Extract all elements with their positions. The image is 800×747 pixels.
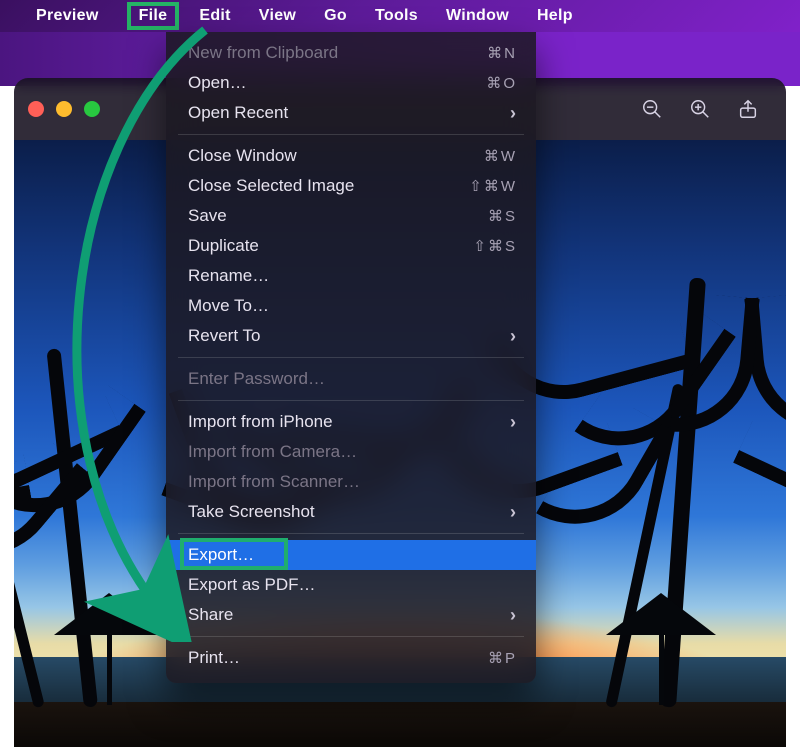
menubar-item-file[interactable]: File: [127, 2, 180, 30]
menu-item-shortcut: N: [487, 44, 516, 62]
menu-separator: [178, 400, 524, 401]
menu-item-import-from-iphone[interactable]: Import from iPhone: [166, 407, 536, 437]
submenu-chevron-icon: [510, 412, 516, 433]
menu-item-take-screenshot[interactable]: Take Screenshot: [166, 497, 536, 527]
menu-separator: [178, 134, 524, 135]
file-menu: New from ClipboardNOpen…OOpen RecentClos…: [166, 32, 536, 683]
menu-item-close-selected-image[interactable]: Close Selected ImageW: [166, 171, 536, 201]
menu-separator: [178, 533, 524, 534]
menu-item-label: Import from Scanner…: [188, 472, 516, 492]
menubar-item-view[interactable]: View: [259, 7, 296, 25]
menubar-item-go[interactable]: Go: [324, 7, 347, 25]
menubar-item-tools[interactable]: Tools: [375, 7, 418, 25]
menu-item-label: Export…: [188, 545, 516, 565]
menu-item-label: Import from Camera…: [188, 442, 516, 462]
menu-item-import-from-scanner: Import from Scanner…: [166, 467, 536, 497]
menu-item-label: Rename…: [188, 266, 516, 286]
menu-item-new-from-clipboard: New from ClipboardN: [166, 38, 536, 68]
menu-item-label: Take Screenshot: [188, 502, 510, 522]
menu-item-rename[interactable]: Rename…: [166, 261, 536, 291]
submenu-chevron-icon: [510, 103, 516, 124]
menu-item-label: Enter Password…: [188, 369, 516, 389]
zoom-out-icon[interactable]: [628, 98, 676, 120]
menu-item-shortcut: W: [469, 177, 516, 195]
menu-item-label: Move To…: [188, 296, 516, 316]
traffic-lights: [28, 101, 100, 117]
close-window-button[interactable]: [28, 101, 44, 117]
menu-item-label: Share: [188, 605, 510, 625]
menu-item-duplicate[interactable]: DuplicateS: [166, 231, 536, 261]
menu-item-shortcut: W: [484, 147, 516, 165]
menu-item-move-to[interactable]: Move To…: [166, 291, 536, 321]
menu-item-label: Export as PDF…: [188, 575, 516, 595]
menu-item-shortcut: P: [488, 649, 516, 667]
menu-item-label: Save: [188, 206, 488, 226]
menu-separator: [178, 357, 524, 358]
menu-item-import-from-camera: Import from Camera…: [166, 437, 536, 467]
menu-item-enter-password: Enter Password…: [166, 364, 536, 394]
menu-item-shortcut: O: [486, 74, 516, 92]
menu-item-label: Import from iPhone: [188, 412, 510, 432]
menu-item-open[interactable]: Open…O: [166, 68, 536, 98]
menubar-item-edit[interactable]: Edit: [199, 7, 230, 25]
menu-item-open-recent[interactable]: Open Recent: [166, 98, 536, 128]
menubar-item-window[interactable]: Window: [446, 7, 509, 25]
submenu-chevron-icon: [510, 502, 516, 523]
menubar-app[interactable]: Preview: [36, 7, 99, 25]
submenu-chevron-icon: [510, 605, 516, 626]
menu-item-revert-to[interactable]: Revert To: [166, 321, 536, 351]
minimize-window-button[interactable]: [56, 101, 72, 117]
menu-separator: [178, 636, 524, 637]
zoom-in-icon[interactable]: [676, 98, 724, 120]
menu-item-label: Revert To: [188, 326, 510, 346]
menubar: Preview File Edit View Go Tools Window H…: [0, 0, 800, 32]
share-icon[interactable]: [724, 98, 772, 120]
menubar-item-help[interactable]: Help: [537, 7, 573, 25]
fullscreen-window-button[interactable]: [84, 101, 100, 117]
menu-item-label: Close Window: [188, 146, 484, 166]
menu-item-shortcut: S: [473, 237, 516, 255]
menu-item-label: Print…: [188, 648, 488, 668]
menu-item-label: Duplicate: [188, 236, 473, 256]
menu-item-label: Open Recent: [188, 103, 510, 123]
menu-item-export[interactable]: Export…: [166, 540, 536, 570]
menu-item-export-as-pdf[interactable]: Export as PDF…: [166, 570, 536, 600]
submenu-chevron-icon: [510, 326, 516, 347]
menu-item-label: Close Selected Image: [188, 176, 469, 196]
menu-item-label: Open…: [188, 73, 486, 93]
menu-item-close-window[interactable]: Close WindowW: [166, 141, 536, 171]
menu-item-label: New from Clipboard: [188, 43, 487, 63]
menu-item-print[interactable]: Print…P: [166, 643, 536, 673]
menu-item-share[interactable]: Share: [166, 600, 536, 630]
menu-item-save[interactable]: SaveS: [166, 201, 536, 231]
menu-item-shortcut: S: [488, 207, 516, 225]
